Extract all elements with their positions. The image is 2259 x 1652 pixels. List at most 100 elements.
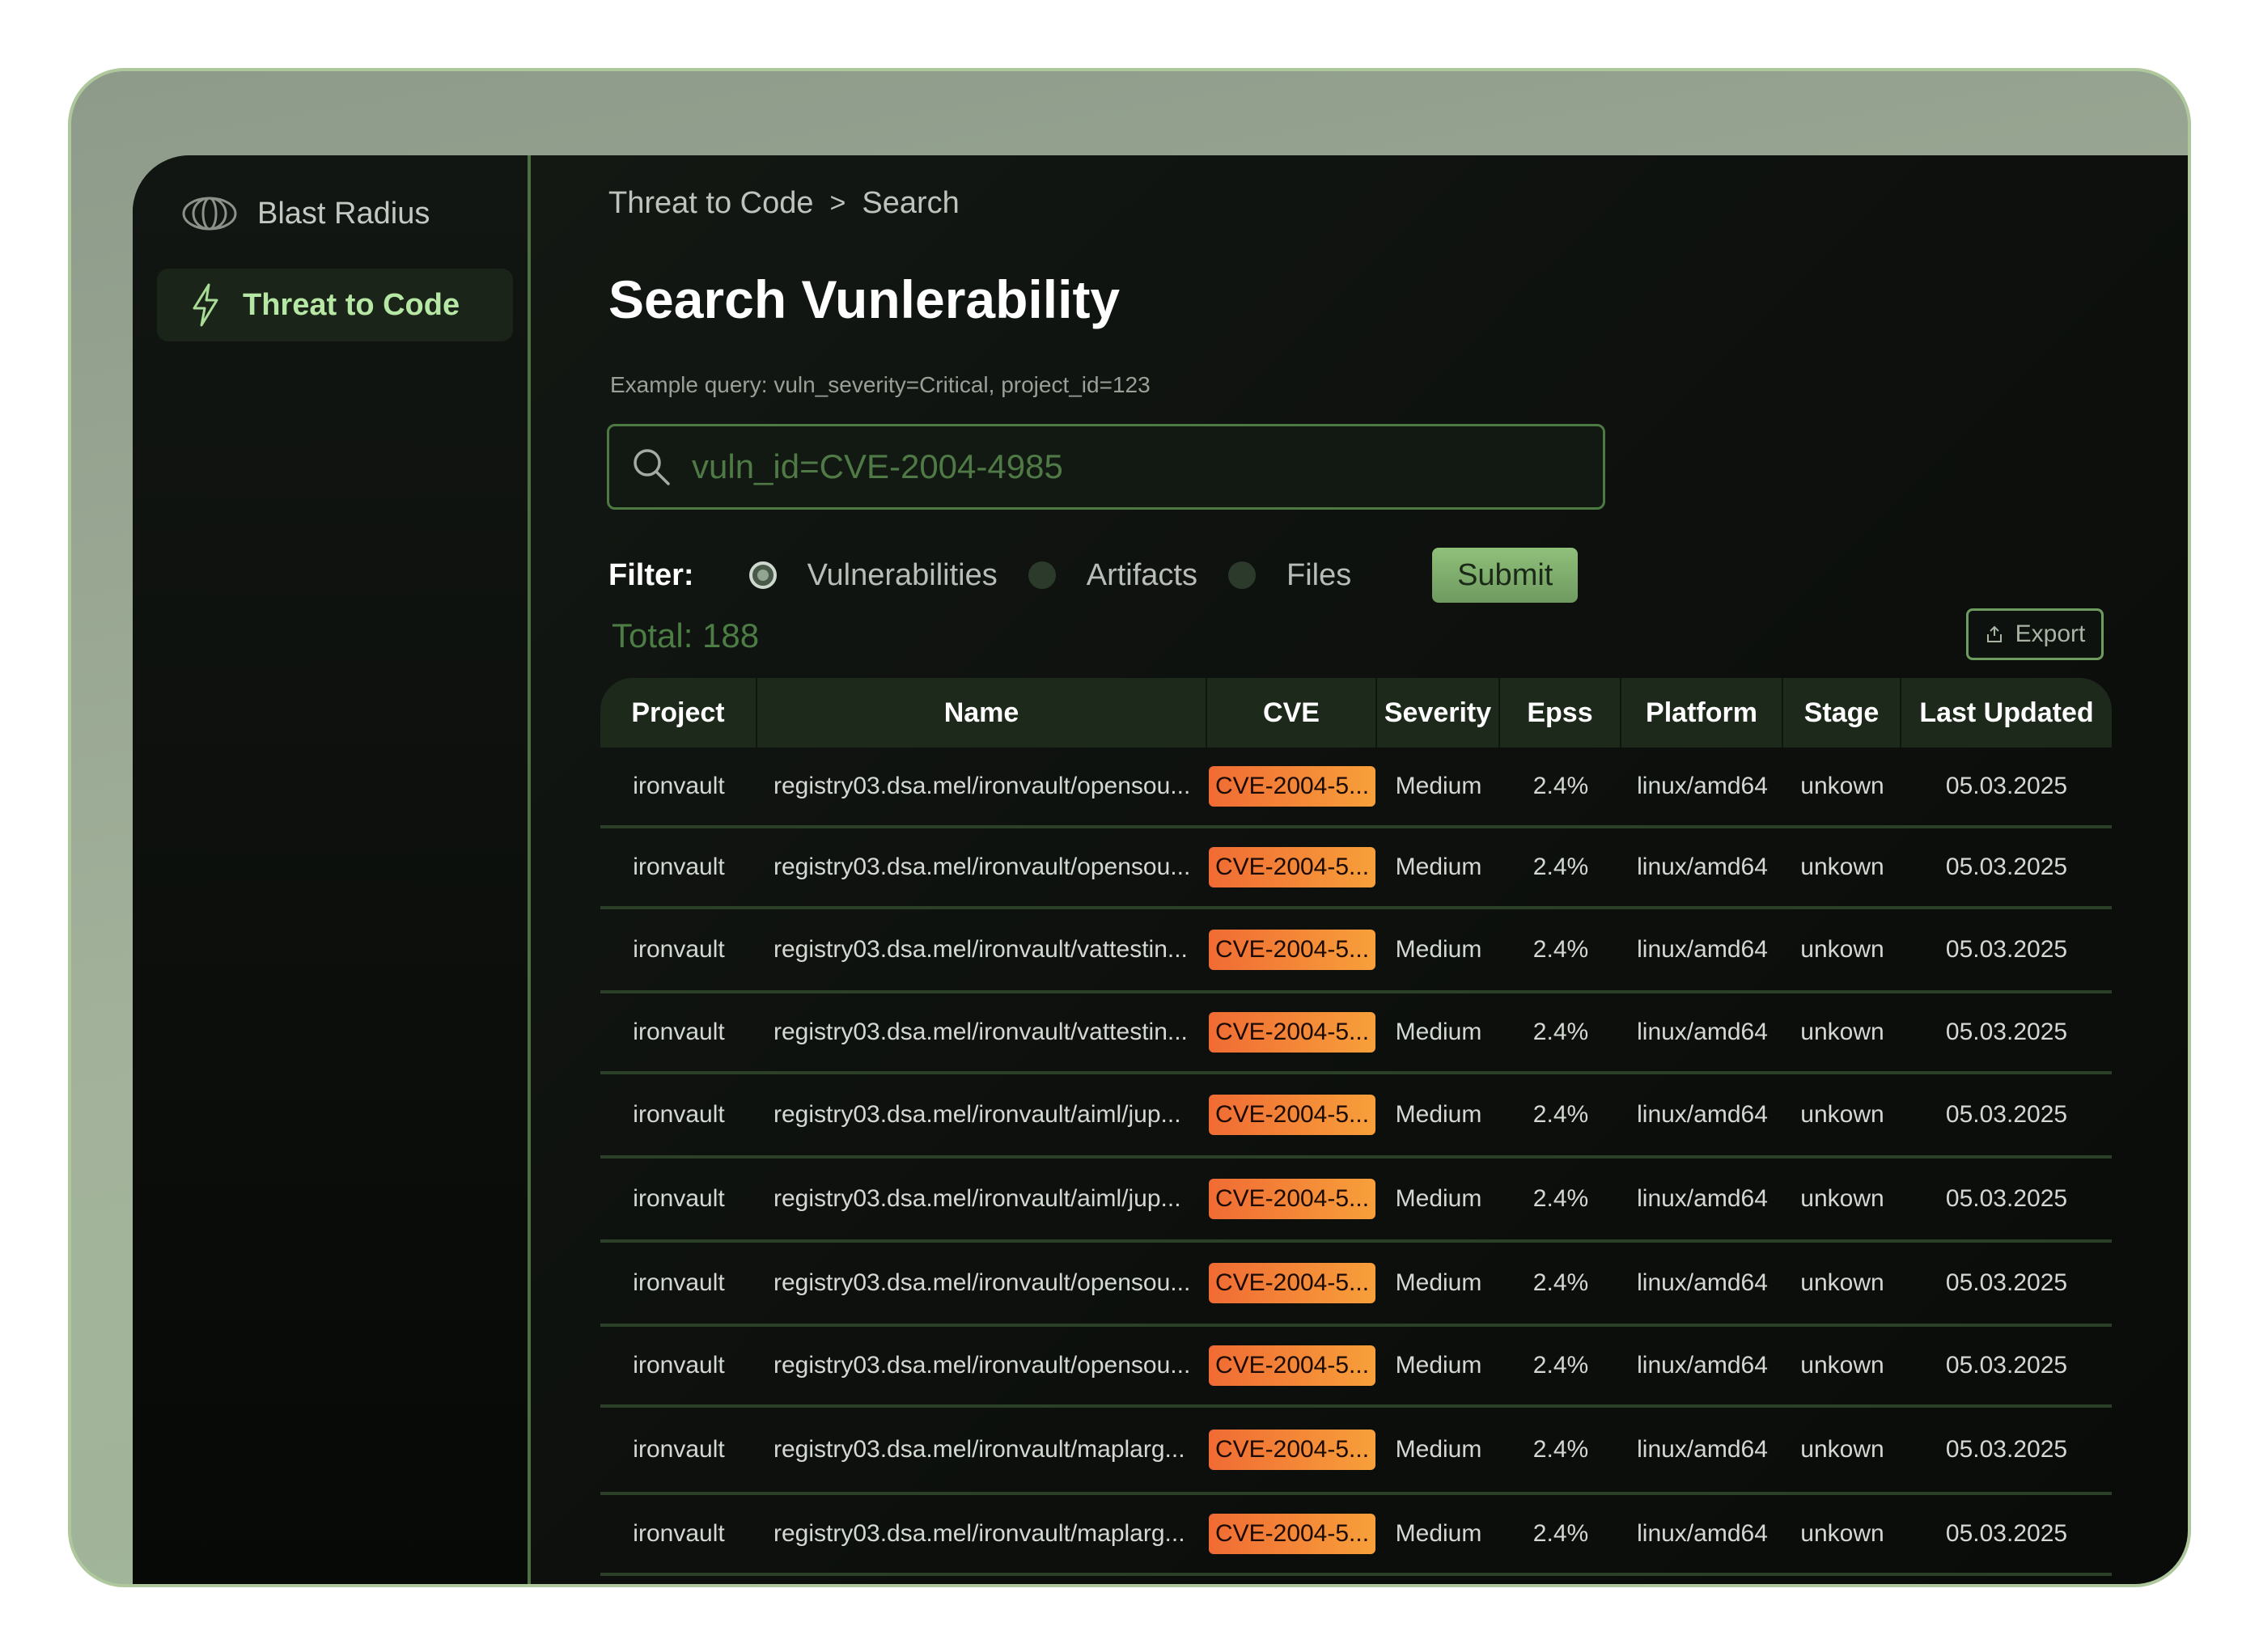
search-icon <box>634 449 670 485</box>
cve-badge[interactable]: CVE-2004-5... <box>1208 1345 1376 1386</box>
breadcrumb-separator: > <box>829 188 846 218</box>
search-input[interactable] <box>692 434 1603 499</box>
query-hint: Example query: vuln_severity=Critical, p… <box>610 372 1151 397</box>
cell-platform: linux/amd64 <box>1637 1269 1768 1296</box>
cell-severity: Medium <box>1395 936 1482 963</box>
cell-cve: CVE-2004-5... <box>1207 847 1377 887</box>
cell-name: registry03.dsa.mel/ironvault/opensou... <box>773 854 1191 880</box>
column-header-cve[interactable]: CVE <box>1207 678 1377 748</box>
cell-epss: 2.4% <box>1532 773 1589 799</box>
cell-stage: unkown <box>1800 1101 1884 1128</box>
cell-project: ironvault <box>633 936 725 963</box>
lightning-icon <box>193 283 218 327</box>
cell-epss: 2.4% <box>1532 1269 1589 1296</box>
cell-name: registry03.dsa.mel/ironvault/aiml/jup... <box>773 1185 1181 1212</box>
export-label: Export <box>2015 621 2086 647</box>
column-header-name[interactable]: Name <box>757 678 1207 748</box>
cell-severity: Medium <box>1395 1019 1482 1045</box>
column-header-severity[interactable]: Severity <box>1377 678 1500 748</box>
cell-platform: linux/amd64 <box>1637 1101 1768 1128</box>
cell-name: registry03.dsa.mel/ironvault/maplarg... <box>773 1436 1185 1463</box>
cell-stage: unkown <box>1800 1436 1884 1463</box>
page-title: Search Vunlerability <box>608 269 1121 329</box>
filter-row: Filter: Vulnerabilities Artifacts Files … <box>608 547 1579 604</box>
cell-severity: Medium <box>1395 1101 1482 1128</box>
cell-last-updated: 05.03.2025 <box>1945 1352 2068 1379</box>
cell-platform: linux/amd64 <box>1637 936 1768 963</box>
table-row[interactable]: ironvault registry03.dsa.mel/ironvault/ma… <box>600 1495 2112 1576</box>
radio-unselected[interactable] <box>1227 561 1256 589</box>
cell-cve: CVE-2004-5... <box>1207 1012 1377 1053</box>
cell-project: ironvault <box>633 1436 725 1463</box>
cve-badge[interactable]: CVE-2004-5... <box>1208 1514 1376 1554</box>
filter-option-vulnerabilities[interactable]: Vulnerabilities <box>748 558 998 593</box>
cell-platform: linux/amd64 <box>1637 1352 1768 1379</box>
column-header-epss[interactable]: Epss <box>1500 678 1621 748</box>
cell-last-updated: 05.03.2025 <box>1945 1436 2068 1463</box>
cve-badge[interactable]: CVE-2004-5... <box>1208 766 1376 807</box>
cell-cve: CVE-2004-5... <box>1207 1430 1377 1470</box>
cve-badge[interactable]: CVE-2004-5... <box>1208 930 1376 970</box>
cell-epss: 2.4% <box>1532 1019 1589 1045</box>
cell-last-updated: 05.03.2025 <box>1945 1019 2068 1045</box>
cell-severity: Medium <box>1395 854 1482 880</box>
results-total: Total: 188 <box>612 616 760 654</box>
table-row[interactable]: ironvault registry03.dsa.mel/ironvault/ai… <box>600 1074 2112 1159</box>
cell-platform: linux/amd64 <box>1637 773 1768 799</box>
cve-badge[interactable]: CVE-2004-5... <box>1208 1012 1376 1053</box>
sidebar-item-threat-to-code[interactable]: Threat to Code <box>157 269 513 341</box>
filter-label: Filter: <box>608 557 694 592</box>
results-table: Project Name CVE Severity Epss Platform … <box>600 678 2112 1576</box>
filter-option-artifacts[interactable]: Artifacts <box>1028 558 1197 593</box>
cell-severity: Medium <box>1395 1520 1482 1547</box>
cve-badge[interactable]: CVE-2004-5... <box>1208 1179 1376 1219</box>
table-row[interactable]: ironvault registry03.dsa.mel/ironvault/va… <box>600 993 2112 1074</box>
table-row[interactable]: ironvault registry03.dsa.mel/ironvault/op… <box>600 1327 2112 1408</box>
column-header-stage[interactable]: Stage <box>1783 678 1901 748</box>
table-row[interactable]: ironvault registry03.dsa.mel/ironvault/va… <box>600 909 2112 993</box>
main-content: Threat to Code > Search Search Vunlerabi… <box>534 155 2188 1584</box>
table-row[interactable]: ironvault registry03.dsa.mel/ironvault/op… <box>600 1243 2112 1327</box>
column-header-platform[interactable]: Platform <box>1621 678 1783 748</box>
cell-last-updated: 05.03.2025 <box>1945 1269 2068 1296</box>
table-row[interactable]: ironvault registry03.dsa.mel/ironvault/op… <box>600 748 2112 828</box>
cell-severity: Medium <box>1395 1269 1482 1296</box>
cve-badge[interactable]: CVE-2004-5... <box>1208 1095 1376 1135</box>
cve-badge[interactable]: CVE-2004-5... <box>1208 847 1376 887</box>
table-row[interactable]: ironvault registry03.dsa.mel/ironvault/ai… <box>600 1159 2112 1243</box>
cell-cve: CVE-2004-5... <box>1207 1179 1377 1219</box>
export-button[interactable]: Export <box>1966 608 2104 660</box>
cell-platform: linux/amd64 <box>1637 854 1768 880</box>
filter-option-label: Artifacts <box>1086 557 1197 592</box>
radio-selected[interactable] <box>748 561 777 589</box>
column-header-project[interactable]: Project <box>600 678 757 748</box>
cell-project: ironvault <box>633 1352 725 1379</box>
table-header: Project Name CVE Severity Epss Platform … <box>600 678 2112 748</box>
table-row[interactable]: ironvault registry03.dsa.mel/ironvault/op… <box>600 828 2112 909</box>
column-header-last-updated[interactable]: Last Updated <box>1901 678 2112 748</box>
cve-badge[interactable]: CVE-2004-5... <box>1208 1430 1376 1470</box>
cell-severity: Medium <box>1395 1352 1482 1379</box>
cell-stage: unkown <box>1800 1185 1884 1212</box>
brand[interactable]: Blast Radius <box>181 189 430 238</box>
cell-last-updated: 05.03.2025 <box>1945 936 2068 963</box>
cell-platform: linux/amd64 <box>1637 1436 1768 1463</box>
submit-button[interactable]: Submit <box>1432 548 1579 603</box>
cell-project: ironvault <box>633 1019 725 1045</box>
search-box[interactable] <box>607 424 1605 510</box>
cell-project: ironvault <box>633 1185 725 1212</box>
table-row[interactable]: ironvault registry03.dsa.mel/ironvault/ma… <box>600 1408 2112 1495</box>
table-body: ironvault registry03.dsa.mel/ironvault/op… <box>600 748 2112 1576</box>
breadcrumb-root[interactable]: Threat to Code <box>608 186 813 221</box>
sidebar-item-label: Threat to Code <box>243 287 460 322</box>
cell-severity: Medium <box>1395 1436 1482 1463</box>
filter-option-files[interactable]: Files <box>1227 558 1351 593</box>
cve-badge[interactable]: CVE-2004-5... <box>1208 1263 1376 1303</box>
cell-cve: CVE-2004-5... <box>1207 766 1377 807</box>
cell-project: ironvault <box>633 1101 725 1128</box>
cell-stage: unkown <box>1800 1019 1884 1045</box>
radio-unselected[interactable] <box>1028 561 1056 589</box>
brand-name: Blast Radius <box>257 196 430 231</box>
cell-last-updated: 05.03.2025 <box>1945 854 2068 880</box>
cell-project: ironvault <box>633 1269 725 1296</box>
